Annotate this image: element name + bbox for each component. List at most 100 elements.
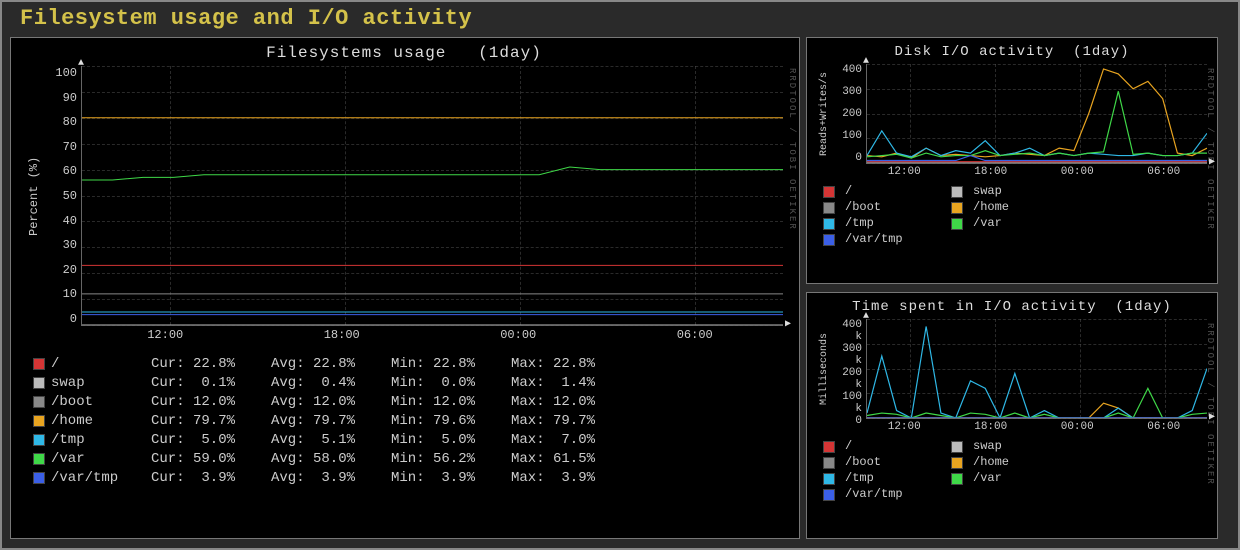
xtick-label: 18:00	[974, 421, 1007, 433]
stat-max: Max: 3.9%	[511, 470, 631, 486]
legend-swatch	[33, 415, 45, 427]
stat-max: Max: 79.7%	[511, 413, 631, 429]
series-line	[867, 91, 1207, 158]
ytick-label: 400 k	[832, 319, 862, 343]
stat-avg: Avg: 79.7%	[271, 413, 391, 429]
ytick-label: 300	[832, 86, 862, 98]
legend-swatch	[823, 473, 835, 485]
stat-avg: Avg: 5.1%	[271, 432, 391, 448]
legend-swatch	[823, 489, 835, 501]
series-line	[82, 167, 783, 180]
ytick-label: 60	[43, 164, 77, 178]
legend-series-name: /boot	[51, 394, 151, 410]
legend-series-name: /var	[51, 451, 151, 467]
legend-series-name: /	[845, 439, 945, 453]
legend-swatch	[951, 473, 963, 485]
legend-series-name: /home	[51, 413, 151, 429]
legend-swatch	[823, 441, 835, 453]
yaxis-disk-io: 4003002001000	[832, 64, 866, 164]
stat-cur: Cur: 12.0%	[151, 394, 271, 410]
legend-swatch	[33, 396, 45, 408]
stat-avg: Avg: 12.0%	[271, 394, 391, 410]
stat-max: Max: 7.0%	[511, 432, 631, 448]
chart-title-io-time: Time spent in I/O activity (1day)	[817, 299, 1207, 315]
series-line	[867, 131, 1207, 157]
legend-swatch	[823, 202, 835, 214]
series-line	[867, 69, 1207, 158]
yaxis-io-time: 400 k300 k200 k100 k0	[832, 319, 866, 419]
ytick-label: 100 k	[832, 391, 862, 415]
stat-avg: Avg: 22.8%	[271, 356, 391, 372]
stat-min: Min: 5.0%	[391, 432, 511, 448]
ytick-label: 0	[832, 415, 862, 427]
xtick-label: 12:00	[888, 421, 921, 433]
ytick-label: 20	[43, 263, 77, 277]
xtick-label: 12:00	[888, 166, 921, 178]
stat-cur: Cur: 5.0%	[151, 432, 271, 448]
stat-min: Min: 0.0%	[391, 375, 511, 391]
ytick-label: 0	[832, 152, 862, 164]
stat-max: Max: 1.4%	[511, 375, 631, 391]
panel-io-time: RRDTOOL / TOBI OETIKER Time spent in I/O…	[806, 292, 1218, 539]
xaxis-disk-io: 12:00 18:00 00:00 06:00	[861, 166, 1207, 178]
stat-avg: Avg: 58.0%	[271, 451, 391, 467]
xtick-label: 06:00	[677, 328, 713, 342]
panel-filesystems-usage: RRDTOOL / TOBI OETIKER Filesystems usage…	[10, 37, 800, 539]
ytick-label: 30	[43, 238, 77, 252]
ytick-label: 70	[43, 140, 77, 154]
legend-series-name: /boot	[845, 200, 945, 214]
xtick-label: 00:00	[500, 328, 536, 342]
legend-series-name: /home	[973, 455, 1073, 469]
legend-swatch	[33, 377, 45, 389]
legend-series-name: /var/tmp	[51, 470, 151, 486]
stat-min: Min: 12.0%	[391, 394, 511, 410]
ytick-label: 300 k	[832, 343, 862, 367]
legend-series-name: swap	[51, 375, 151, 391]
legend-series-name: /	[51, 356, 151, 372]
xtick-label: 00:00	[1061, 421, 1094, 433]
legend-series-name: /tmp	[845, 471, 945, 485]
legend-swatch	[823, 457, 835, 469]
legend-swatch	[33, 453, 45, 465]
yaxis-fs-usage: 1009080706050403020100	[43, 66, 81, 326]
arrow-right-icon: ▶	[1209, 411, 1215, 423]
ytick-label: 10	[43, 287, 77, 301]
watermark-text: RRDTOOL / TOBI OETIKER	[787, 68, 797, 231]
stat-max: Max: 22.8%	[511, 356, 631, 372]
legend-series-name: /tmp	[51, 432, 151, 448]
legend-series-name: swap	[973, 439, 1073, 453]
ytick-label: 200	[832, 108, 862, 120]
ylabel-fs-usage: Percent (%)	[25, 66, 43, 326]
stat-min: Min: 3.9%	[391, 470, 511, 486]
legend-swatch	[951, 457, 963, 469]
xtick-label: 06:00	[1147, 421, 1180, 433]
chart-title-disk-io: Disk I/O activity (1day)	[817, 44, 1207, 60]
plot-fs-usage: ▲ ▶	[81, 66, 783, 326]
stat-cur: Cur: 3.9%	[151, 470, 271, 486]
dashboard-frame: Filesystem usage and I/O activity RRDTOO…	[0, 0, 1240, 550]
ytick-label: 80	[43, 115, 77, 129]
legend-swatch	[823, 234, 835, 246]
ylabel-io-time: Milliseconds	[817, 319, 832, 419]
legend-series-name: swap	[973, 184, 1073, 198]
xtick-label: 06:00	[1147, 166, 1180, 178]
panel-disk-io: RRDTOOL / TOBI OETIKER Disk I/O activity…	[806, 37, 1218, 284]
legend-series-name: /var	[973, 216, 1073, 230]
xtick-label: 18:00	[974, 166, 1007, 178]
legend-stats-table: /Cur: 22.8%Avg: 22.8%Min: 22.8%Max: 22.8…	[33, 356, 783, 486]
legend-swatch	[823, 186, 835, 198]
ytick-label: 200 k	[832, 367, 862, 391]
legend-series-name: /home	[973, 200, 1073, 214]
right-column: RRDTOOL / TOBI OETIKER Disk I/O activity…	[806, 37, 1218, 539]
stat-min: Min: 22.8%	[391, 356, 511, 372]
xaxis-io-time: 12:00 18:00 00:00 06:00	[861, 421, 1207, 433]
legend-disk-io: /swap/boot/home/tmp/var/var/tmp	[823, 184, 1207, 246]
ytick-label: 100	[832, 130, 862, 142]
legend-swatch	[33, 434, 45, 446]
legend-swatch	[33, 472, 45, 484]
xtick-label: 00:00	[1061, 166, 1094, 178]
ytick-label: 90	[43, 91, 77, 105]
stat-min: Min: 79.6%	[391, 413, 511, 429]
legend-series-name: /var/tmp	[845, 232, 945, 246]
legend-swatch	[951, 202, 963, 214]
